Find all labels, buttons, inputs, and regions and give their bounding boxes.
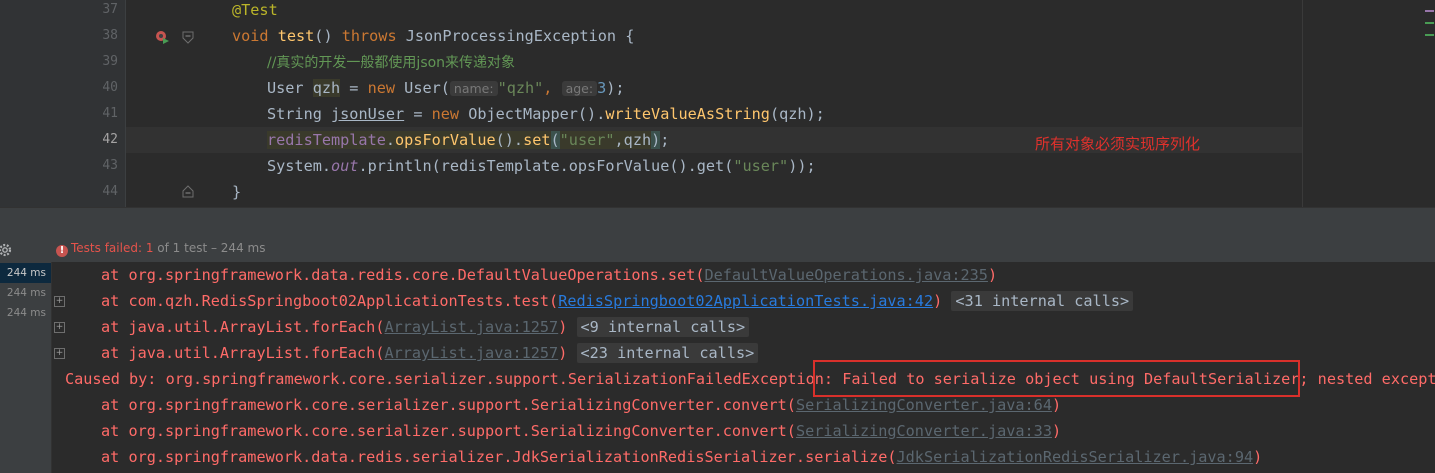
parameter-hint: name: [449,81,498,96]
source-link[interactable]: RedisSpringboot02ApplicationTests.java:4… [558,292,933,310]
stack-line: at org.springframework.core.serializer.s… [101,422,1062,440]
test-tree[interactable]: 244 ms 244 ms 244 ms [0,262,52,473]
code-editor[interactable]: 37 38 39 40 41 42 43 44 @Test void test(… [0,0,1435,207]
expand-icon[interactable]: + [54,348,65,359]
source-link[interactable]: ArrayList.java:1257 [384,318,558,336]
code-line[interactable]: redisTemplate.opsForValue().set("user",q… [267,127,669,153]
stack-line: at org.springframework.data.redis.core.D… [101,266,998,284]
code-line[interactable]: //真实的开发一般都使用json来传递对象 [267,49,515,75]
run-toolbar: ! Tests failed: 1 of 1 test – 244 ms [0,207,1435,263]
annotation-note: 所有对象必须实现序列化 [1035,135,1201,153]
run-test-icon[interactable] [154,29,170,45]
test-status: ! Tests failed: 1 of 1 test – 244 ms [56,241,265,257]
highlight-box [813,360,1300,397]
code-line[interactable]: String jsonUser = new ObjectMapper().wri… [267,101,825,127]
test-duration: 244 ms [6,307,46,319]
internal-calls[interactable]: <9 internal calls> [576,317,750,337]
internal-calls[interactable]: <23 internal calls> [576,343,759,363]
source-link[interactable]: JdkSerializationRedisSerializer.java:94 [897,448,1254,466]
source-link[interactable]: SerializingConverter.java:64 [796,396,1052,414]
code-line[interactable]: void test() throws JsonProcessingExcepti… [232,23,634,49]
fold-icon[interactable] [182,185,194,198]
scroll-marker [1425,10,1434,12]
source-link[interactable]: ArrayList.java:1257 [384,344,558,362]
gutter-separator [125,0,126,207]
code-line[interactable]: } [232,179,241,205]
scroll-marker [1425,22,1434,24]
code-line[interactable]: User qzh = new User(name: "qzh", age: 3); [267,75,625,101]
stack-line: at com.qzh.RedisSpringboot02ApplicationT… [101,288,1134,314]
code-line[interactable]: System.out.println(redisTemplate.opsForV… [267,153,816,179]
expand-icon[interactable]: + [54,296,65,307]
test-duration: 244 ms [6,267,46,279]
right-margin-guide [1302,0,1303,207]
scroll-marker [1425,34,1434,36]
settings-icon[interactable] [0,242,13,258]
stack-line: at java.util.ArrayList.forEach(ArrayList… [101,340,759,366]
error-icon: ! [56,245,68,257]
source-link[interactable]: SerializingConverter.java:33 [796,422,1052,440]
source-link[interactable]: DefaultValueOperations.java:235 [705,266,988,284]
expand-icon[interactable]: + [54,322,65,333]
code-line[interactable]: @Test [232,0,278,23]
stack-line: at org.springframework.data.redis.serial… [101,448,1263,466]
fold-icon[interactable] [182,31,194,44]
test-duration: 244 ms [6,287,46,299]
internal-calls[interactable]: <31 internal calls> [951,291,1134,311]
stack-line: at java.util.ArrayList.forEach(ArrayList… [101,314,750,340]
parameter-hint: age: [561,81,598,96]
